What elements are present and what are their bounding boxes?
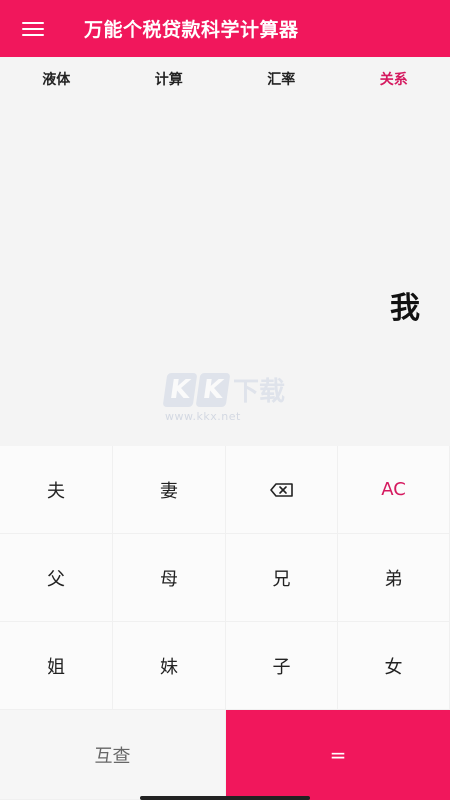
key-father[interactable]: 父	[0, 534, 113, 622]
key-wife[interactable]: 妻	[113, 446, 226, 534]
tab-liquid[interactable]: 液体	[0, 57, 113, 103]
watermark-letter: K	[162, 372, 198, 407]
key-elder-sister[interactable]: 姐	[0, 622, 113, 710]
backspace-button[interactable]	[226, 446, 338, 534]
watermark-letter: K	[195, 372, 231, 407]
watermark-logo: K K 下载	[162, 371, 295, 408]
app-bar: 万能个税贷款科学计算器	[0, 0, 450, 57]
result-display: 我 K K 下载 www.kkx.net	[0, 103, 450, 446]
swap-button[interactable]: 互查	[0, 710, 226, 800]
mode-tabs: 液体 计算 汇率 关系	[0, 57, 450, 103]
equals-button[interactable]: =	[226, 710, 450, 800]
key-mother[interactable]: 母	[113, 534, 226, 622]
key-daughter[interactable]: 女	[338, 622, 450, 710]
tab-exchange-rate[interactable]: 汇率	[225, 57, 338, 103]
home-indicator	[140, 796, 310, 800]
tab-relationship[interactable]: 关系	[338, 57, 450, 103]
hamburger-menu-icon[interactable]	[22, 21, 44, 37]
key-younger-sister[interactable]: 妹	[113, 622, 226, 710]
app-title: 万能个税贷款科学计算器	[84, 19, 299, 41]
watermark: K K 下载 www.kkx.net	[162, 371, 295, 433]
backspace-icon	[269, 482, 293, 497]
key-husband[interactable]: 夫	[0, 446, 113, 534]
tab-calculate[interactable]: 计算	[113, 57, 226, 103]
key-son[interactable]: 子	[226, 622, 338, 710]
clear-button[interactable]: AC	[338, 446, 450, 534]
keypad: 夫 妻 AC 父 母 兄 弟 姐 妹 子 女 互查 =	[0, 446, 450, 800]
key-younger-brother[interactable]: 弟	[338, 534, 450, 622]
key-elder-brother[interactable]: 兄	[226, 534, 338, 622]
watermark-url: www.kkx.net	[165, 410, 241, 423]
result-text: 我	[390, 291, 420, 326]
watermark-text: 下载	[233, 377, 286, 407]
